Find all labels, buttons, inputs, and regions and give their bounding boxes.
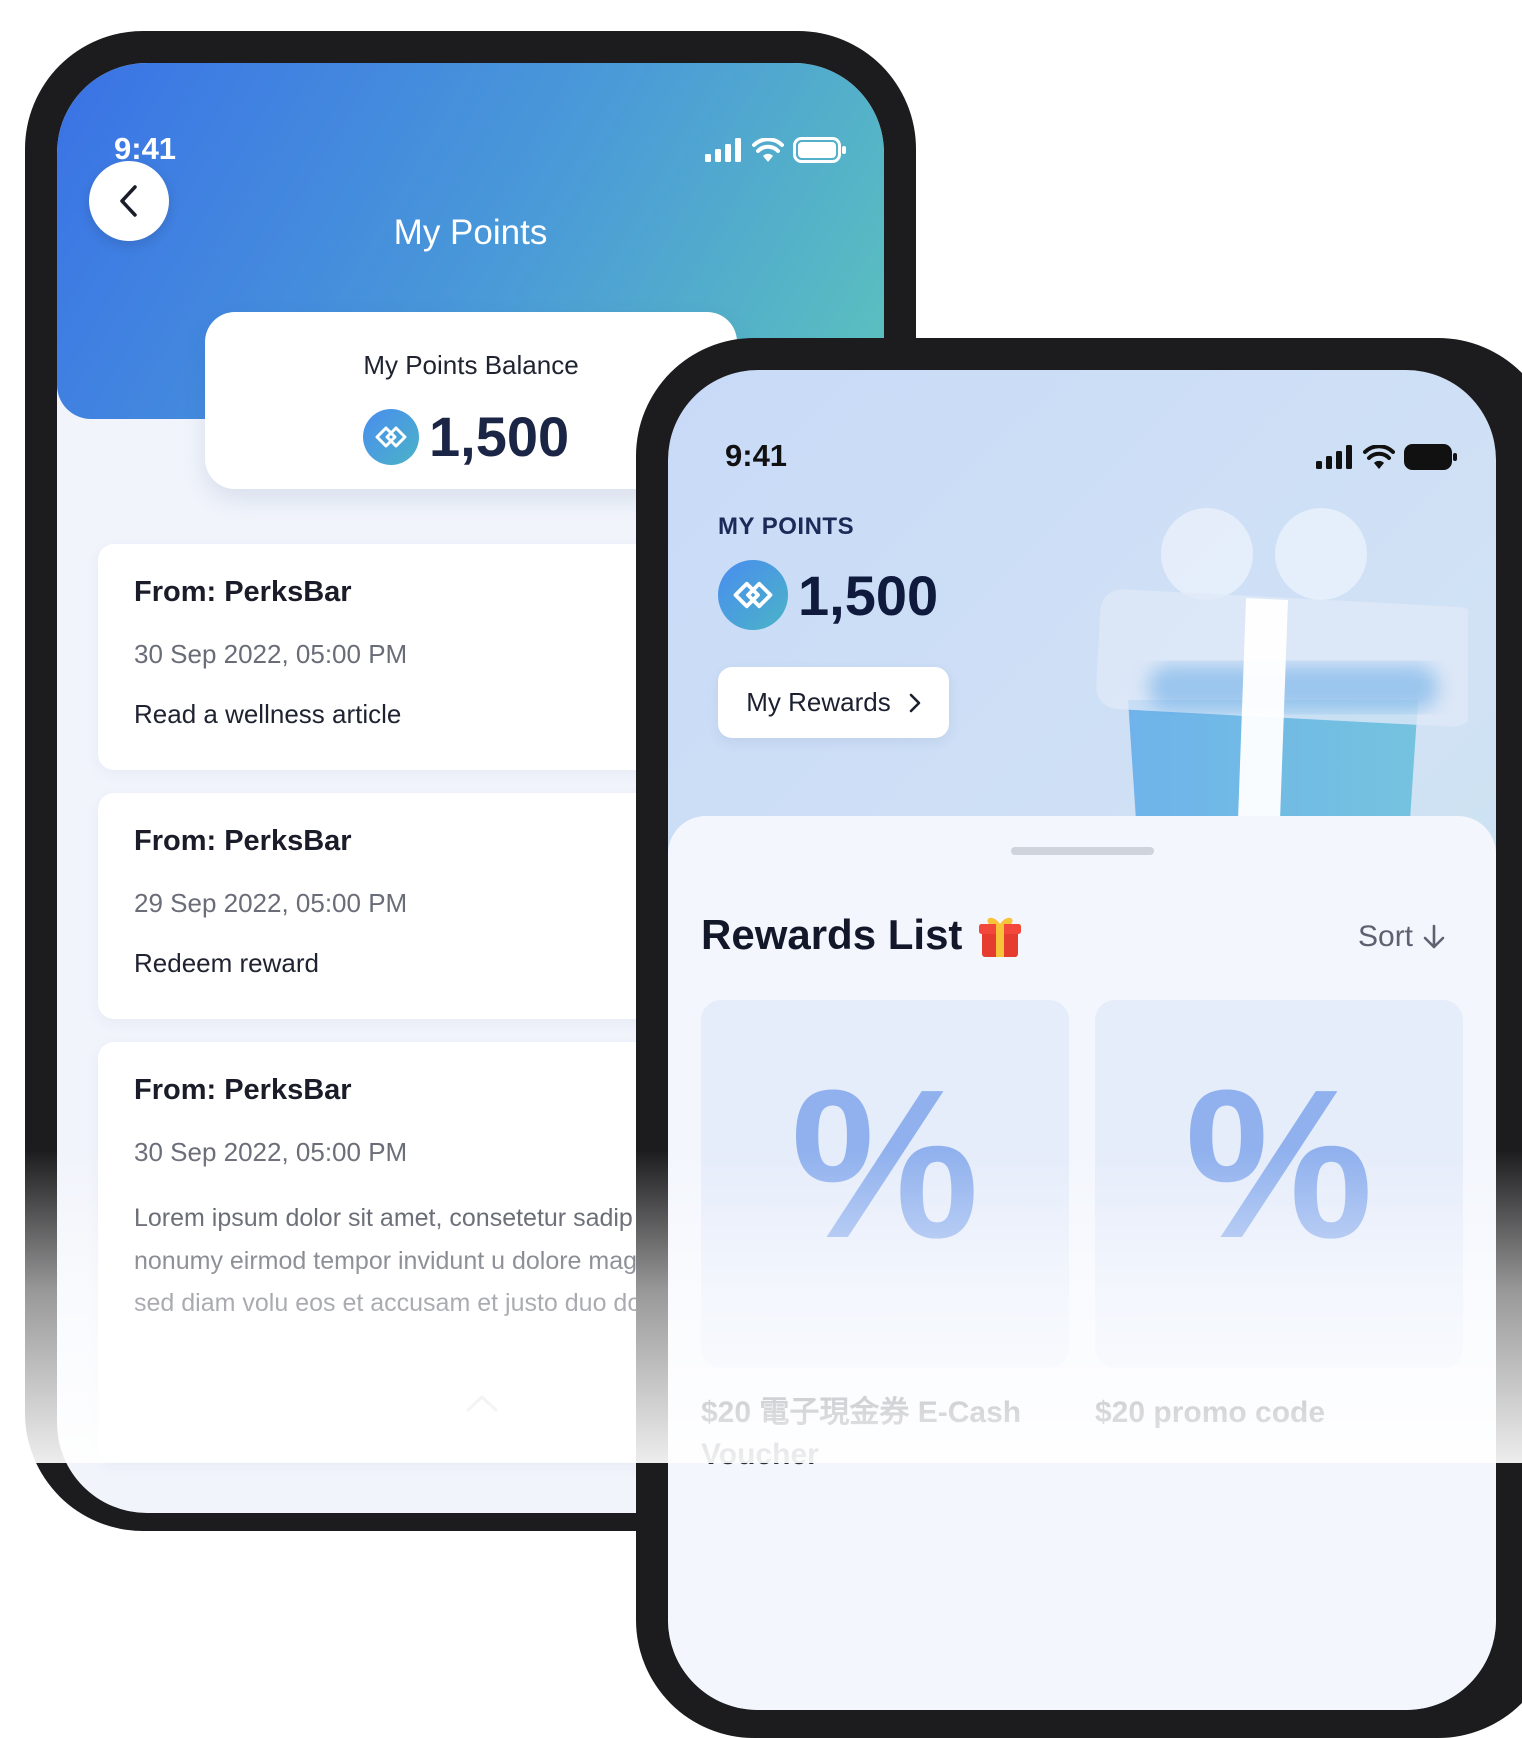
status-time: 9:41 [725,438,788,473]
transaction-date: 29 Sep 2022, 05:00 PM [134,888,408,918]
phone-frame-rewards: 9:41 MY POINTS 1,500 My Rewards Rewards … [636,338,1522,1738]
sort-arrow-icon [1423,924,1445,949]
my-rewards-button[interactable]: My Rewards [718,667,949,738]
transaction-date: 30 Sep 2022, 05:00 PM [134,1137,408,1167]
percent-icon: % [790,1045,980,1282]
transaction-source: From: PerksBar [134,576,352,608]
points-value: 1,500 [798,563,939,627]
sheet-drag-handle[interactable] [1011,847,1154,855]
rewards-list-heading: Rewards List [701,911,1024,959]
wifi-icon [752,138,784,162]
signal-icon [705,138,741,162]
transaction-source: From: PerksBar [134,825,352,857]
transaction-source: From: PerksBar [134,1074,352,1106]
my-rewards-label: My Rewards [746,687,891,717]
wifi-icon [1363,445,1395,469]
sort-button[interactable]: Sort [1358,920,1445,954]
gift-illustration [1096,508,1468,820]
battery-icon [1404,444,1457,470]
page-title: My Points [393,213,548,252]
rewards-bottom-sheet: Rewards List Sort % % $20 電子現金券 E-Cash V… [668,816,1496,1710]
percent-icon: % [1184,1045,1374,1282]
reward-card[interactable]: % [701,1000,1069,1368]
battery-icon [793,137,846,163]
points-coin-icon [718,560,788,630]
points-row: 1,500 [718,560,938,630]
sort-label: Sort [1358,920,1414,953]
transaction-description: Read a wellness article [134,699,402,729]
status-icons [705,137,847,163]
transaction-date: 30 Sep 2022, 05:00 PM [134,639,408,669]
screen-rewards: 9:41 MY POINTS 1,500 My Rewards Rewards … [668,370,1496,1710]
my-points-label: MY POINTS [718,513,855,540]
status-icons [1316,444,1458,470]
reward-title[interactable]: $20 promo code [1095,1392,1465,1434]
reward-title[interactable]: $20 電子現金券 E-Cash Voucher [701,1392,1071,1476]
balance-value: 1,500 [429,405,570,468]
signal-icon [1316,445,1352,469]
reward-card[interactable]: % [1095,1000,1463,1368]
points-coin-icon [363,408,419,465]
balance-label: My Points Balance [363,350,579,380]
balance-row: 1,500 [363,404,569,469]
rewards-list-title: Rewards List [701,911,963,958]
chevron-up-icon[interactable] [465,1393,499,1413]
chevron-right-icon [909,693,921,712]
gift-emoji-icon [979,917,1022,957]
transaction-description: Redeem reward [134,948,319,978]
